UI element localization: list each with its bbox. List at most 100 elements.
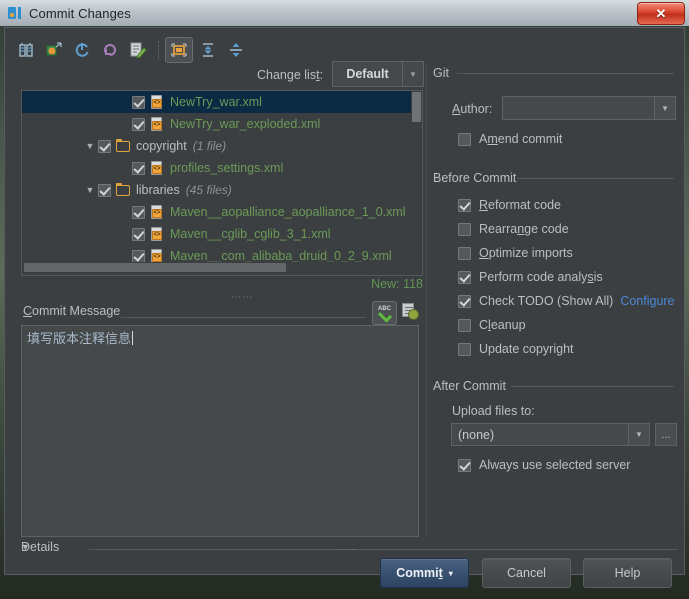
tree-horizontal-scrollbar[interactable] <box>24 262 410 273</box>
folder-icon <box>116 182 131 198</box>
table-row[interactable]: <> Maven__aopalliance_aopalliance_1_0.xm… <box>22 201 411 223</box>
table-row[interactable]: <> profiles_settings.xml <box>22 157 411 179</box>
amend-commit-label: Amend commit <box>479 132 563 146</box>
row-label: Maven__aopalliance_aopalliance_1_0.xml <box>170 205 406 219</box>
cancel-button[interactable]: Cancel <box>482 558 571 588</box>
configure-todo-link[interactable]: Configure <box>620 294 674 308</box>
cleanup-checkbox[interactable] <box>458 318 471 332</box>
perform-code-analysis-checkbox-row[interactable]: Perform code analysis <box>458 270 603 284</box>
update-copyright-checkbox-row[interactable]: Update copyright <box>458 342 574 356</box>
panel-divider <box>426 62 427 538</box>
text-caret <box>132 331 134 345</box>
author-combo[interactable]: ▼ <box>502 96 676 120</box>
git-section-title: Git <box>433 66 449 80</box>
row-count: (1 file) <box>192 139 227 153</box>
details-splitter-handle[interactable]: ⋯⋯ <box>338 544 359 555</box>
commit-message-label: Commit Message <box>23 304 121 318</box>
details-toggle[interactable]: ▼ Details <box>21 540 59 554</box>
table-row[interactable]: <> NewTry_war.xml <box>22 91 411 113</box>
reformat-code-checkbox-row[interactable]: Reformat code <box>458 198 561 212</box>
row-checkbox[interactable] <box>132 161 145 175</box>
group-by-directory-icon[interactable] <box>165 37 193 63</box>
collapse-all-icon[interactable] <box>223 38 249 62</box>
chevron-down-icon: ▼ <box>402 62 423 86</box>
row-label: copyright <box>136 139 187 153</box>
perform-code-analysis-checkbox[interactable] <box>458 270 471 284</box>
edit-source-icon[interactable] <box>125 38 151 62</box>
optimize-imports-checkbox[interactable] <box>458 246 471 260</box>
perform-code-analysis-label: Perform code analysis <box>479 270 603 284</box>
row-label: libraries <box>136 183 180 197</box>
check-todo-checkbox-row[interactable]: Check TODO (Show All) Configure <box>458 294 675 308</box>
row-checkbox[interactable] <box>98 183 111 197</box>
row-label: profiles_settings.xml <box>170 161 284 175</box>
folder-icon <box>116 138 131 154</box>
row-checkbox[interactable] <box>132 117 145 131</box>
table-row[interactable]: ▼ libraries (45 files) <box>22 179 411 201</box>
row-checkbox[interactable] <box>132 227 145 241</box>
tree-splitter-handle[interactable]: ⋯⋯ <box>231 292 254 303</box>
browse-server-button[interactable]: ... <box>655 423 677 446</box>
changelist-value: Default <box>346 67 389 81</box>
row-checkbox[interactable] <box>132 205 145 219</box>
section-divider <box>517 178 674 179</box>
tree-twisty[interactable]: ▼ <box>82 141 98 151</box>
rollback-icon[interactable] <box>97 38 123 62</box>
details-label: Details <box>21 540 60 554</box>
amend-commit-checkbox-row[interactable]: Amend commit <box>458 132 562 146</box>
upload-target-value: (none) <box>458 427 495 442</box>
row-count: (45 files) <box>185 183 232 197</box>
check-todo-checkbox[interactable] <box>458 294 471 308</box>
section-divider <box>121 317 366 318</box>
window-titlebar: Commit Changes ✕ <box>0 0 689 26</box>
expand-all-icon[interactable] <box>195 38 221 62</box>
row-checkbox[interactable] <box>98 139 111 153</box>
tree-vertical-scrollbar[interactable] <box>411 92 421 275</box>
cleanup-label: Cleanup <box>479 318 526 332</box>
changes-toolbar <box>13 36 251 64</box>
close-button[interactable]: ✕ <box>637 2 685 25</box>
table-row[interactable]: <> Maven__cglib_cglib_3_1.xml <box>22 223 411 245</box>
commit-button-label: Commit <box>396 566 443 580</box>
always-use-server-checkbox-row[interactable]: Always use selected server <box>458 458 630 472</box>
scrollbar-thumb[interactable] <box>24 263 286 272</box>
rearrange-code-checkbox-row[interactable]: Rearrange code <box>458 222 569 236</box>
revert-icon[interactable] <box>41 38 67 62</box>
message-history-icon[interactable] <box>401 302 419 320</box>
rearrange-code-checkbox[interactable] <box>458 222 471 236</box>
upload-files-label: Upload files to: <box>452 404 535 418</box>
chevron-down-icon: ▼ <box>654 97 675 119</box>
update-copyright-label: Update copyright <box>479 342 574 356</box>
refresh-icon[interactable] <box>69 38 95 62</box>
row-checkbox[interactable] <box>132 95 145 109</box>
commit-button[interactable]: Commit ▾ <box>380 558 469 588</box>
reformat-code-checkbox[interactable] <box>458 198 471 212</box>
help-button[interactable]: Help <box>583 558 672 588</box>
row-label: Maven__com_alibaba_druid_0_2_9.xml <box>170 249 392 263</box>
optimize-imports-checkbox-row[interactable]: Optimize imports <box>458 246 573 260</box>
after-commit-section-title: After Commit <box>433 379 506 393</box>
reformat-code-label: Reformat code <box>479 198 561 212</box>
row-checkbox[interactable] <box>132 249 145 263</box>
changes-tree-panel[interactable]: <> NewTry_war.xml <> NewTry_war_exploded… <box>21 90 423 276</box>
changelist-combo[interactable]: Default ▼ <box>332 61 424 87</box>
amend-commit-checkbox[interactable] <box>458 132 471 146</box>
always-use-server-label: Always use selected server <box>479 458 631 472</box>
commit-changes-window: Commit Changes ✕ Change list: Default ▼ … <box>0 0 689 599</box>
table-row[interactable]: ▼ copyright (1 file) <box>22 135 411 157</box>
update-copyright-checkbox[interactable] <box>458 342 471 356</box>
xml-file-icon: <> <box>150 204 165 220</box>
chevron-down-icon: ▾ <box>448 568 453 578</box>
section-divider <box>89 549 678 550</box>
row-label: NewTry_war.xml <box>170 95 262 109</box>
commit-message-input[interactable]: 填写版本注释信息 <box>21 325 419 537</box>
always-use-server-checkbox[interactable] <box>458 458 471 472</box>
table-row[interactable]: <> NewTry_war_exploded.xml <box>22 113 411 135</box>
show-diff-icon[interactable] <box>13 38 39 62</box>
upload-target-combo[interactable]: (none) ▼ <box>451 423 650 446</box>
tree-twisty[interactable]: ▼ <box>82 185 98 195</box>
spellcheck-abc-icon[interactable]: ABC <box>372 301 397 325</box>
cleanup-checkbox-row[interactable]: Cleanup <box>458 318 526 332</box>
new-files-count: New: 118 <box>371 277 423 291</box>
scrollbar-thumb[interactable] <box>412 92 421 122</box>
